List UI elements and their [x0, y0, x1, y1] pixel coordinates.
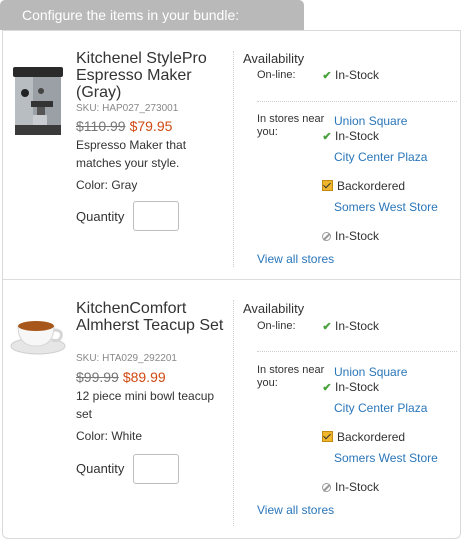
divider: [257, 351, 457, 352]
store-status: ✔ In-Stock: [322, 129, 380, 143]
store-status: Backordered: [321, 179, 405, 193]
espresso-maker-image: [13, 67, 63, 135]
product-title[interactable]: KitchenComfort Almherst Teacup Set: [76, 300, 226, 334]
teacup-image: [10, 321, 66, 355]
product-prices: $110.99 $79.95: [76, 118, 172, 134]
check-icon: ✔: [322, 131, 332, 143]
store-status: In-Stock: [321, 229, 379, 243]
view-all-stores-link[interactable]: View all stores: [257, 503, 334, 517]
view-all-stores-link[interactable]: View all stores: [257, 252, 334, 266]
check-icon: ✔: [322, 321, 332, 333]
availability-title: Availability: [243, 301, 305, 316]
divider: [257, 101, 457, 102]
store-link-union-square[interactable]: Union Square: [334, 365, 444, 379]
unavailable-icon: [322, 483, 331, 492]
sale-price: $89.99: [122, 369, 166, 385]
column-divider: [233, 300, 234, 526]
product-description: Espresso Maker that matches your style.: [76, 138, 187, 170]
column-divider: [233, 51, 234, 267]
quantity-label: Quantity: [76, 209, 125, 224]
product-title[interactable]: Kitchenel StylePro Espresso Maker (Gray): [76, 50, 226, 101]
product-description: 12 piece mini bowl teacup set: [76, 389, 215, 421]
store-link-somers-west-store[interactable]: Somers West Store: [334, 451, 444, 465]
bundle-header: Configure the items in your bundle:: [0, 0, 304, 30]
product-prices: $99.99 $89.99: [76, 369, 166, 385]
backorder-icon: [322, 431, 333, 442]
product-color: Color: White: [76, 429, 143, 443]
store-status: ✔ In-Stock: [322, 380, 380, 394]
original-price: $99.99: [76, 369, 119, 385]
quantity-input[interactable]: [133, 201, 179, 231]
store-status: Backordered: [321, 430, 405, 444]
product-color: Color: Gray: [76, 178, 138, 192]
bundle-item: KitchenComfort Almherst Teacup Set SKU: …: [3, 280, 460, 538]
check-icon: ✔: [322, 382, 332, 394]
unavailable-icon: [322, 232, 331, 241]
product-sku: SKU: HAP027_273001: [76, 103, 179, 114]
store-link-somers-west-store[interactable]: Somers West Store: [334, 200, 444, 214]
online-status: ✔ In-Stock: [322, 319, 380, 333]
check-icon: ✔: [322, 70, 332, 82]
online-label: On-line:: [257, 69, 296, 81]
product-sku: SKU: HTA029_292201: [76, 353, 177, 364]
bundle-item: Kitchenel StylePro Espresso Maker (Gray)…: [3, 31, 460, 280]
original-price: $110.99: [76, 118, 126, 134]
availability-title: Availability: [243, 51, 305, 66]
store-status: In-Stock: [321, 480, 379, 494]
sale-price: $79.95: [129, 118, 173, 134]
store-link-city-center-plaza[interactable]: City Center Plaza: [334, 401, 444, 415]
store-link-city-center-plaza[interactable]: City Center Plaza: [334, 150, 444, 164]
in-stores-label: In stores near you:: [257, 113, 325, 138]
online-status: ✔ In-Stock: [322, 68, 380, 82]
quantity-label: Quantity: [76, 461, 125, 476]
quantity-input[interactable]: [133, 454, 179, 484]
store-link-union-square[interactable]: Union Square: [334, 114, 444, 128]
bundle-panel: Kitchenel StylePro Espresso Maker (Gray)…: [2, 30, 461, 539]
in-stores-label: In stores near you:: [257, 364, 325, 389]
backorder-icon: [322, 180, 333, 191]
online-label: On-line:: [257, 320, 296, 332]
